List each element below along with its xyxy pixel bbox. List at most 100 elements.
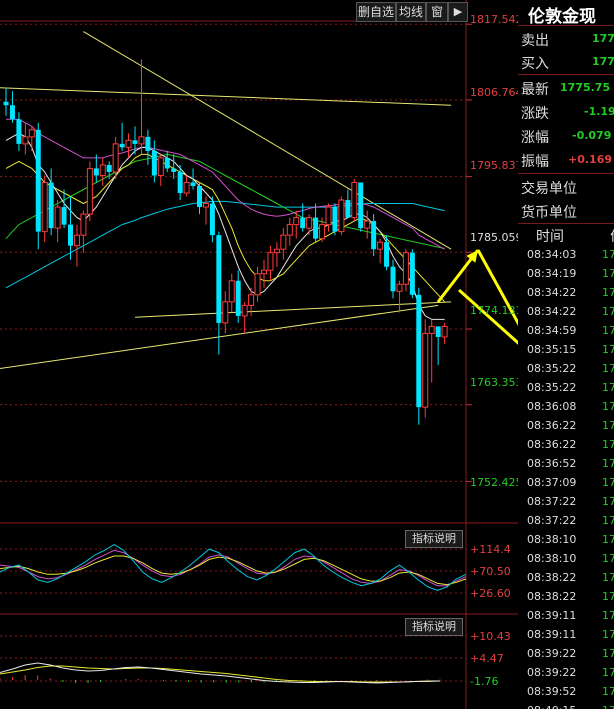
candle-body [222, 301, 229, 324]
tick-row[interactable]: 08:37:22 17 [518, 512, 614, 531]
tick-time: 08:38:22 [527, 590, 577, 603]
tick-time: 08:39:11 [527, 609, 577, 622]
candle-body [106, 164, 112, 172]
tick-row[interactable]: 08:39:22 17 [518, 664, 614, 683]
tick-time: 08:35:22 [527, 362, 577, 375]
candle-body [216, 235, 222, 323]
y-tick-label: 1795.837 [470, 159, 523, 172]
tick-row[interactable]: 08:34:22 17 [518, 303, 614, 322]
candle-body [132, 140, 138, 144]
tick-price: 17 [602, 362, 614, 375]
change-label: 涨跌 [521, 106, 549, 122]
tick-price: 17 [602, 628, 614, 641]
candle-body [435, 326, 441, 337]
sell-label: 卖出 [521, 33, 549, 49]
tick-price: 17 [602, 666, 614, 679]
currency-unit-row: 货币单位 [518, 199, 614, 221]
instrument-title: 伦敦金现 [528, 7, 596, 27]
tick-time: 08:36:52 [527, 457, 577, 470]
candle-body [422, 332, 429, 408]
tick-time: 08:34:22 [527, 286, 577, 299]
change-pct-value: -0.079 [572, 129, 612, 142]
tick-row[interactable]: 08:37:09 17 [518, 474, 614, 493]
tick-row[interactable]: 08:39:52 17 [518, 683, 614, 702]
tick-time: 08:39:22 [527, 647, 577, 660]
tick-row[interactable]: 08:35:22 17 [518, 379, 614, 398]
indicator-info-button[interactable]: 指标说明 [405, 618, 463, 636]
tick-price: 17 [602, 381, 614, 394]
indicator-info-button[interactable]: 指标说明 [405, 530, 463, 548]
candle-body [9, 105, 15, 120]
candle-body [313, 217, 319, 239]
amplitude-label: 振幅 [521, 154, 549, 170]
tick-time: 08:34:19 [527, 267, 577, 280]
tick-price: 17 [602, 248, 614, 261]
candle-body [125, 139, 132, 148]
tick-row[interactable]: 08:38:22 17 [518, 588, 614, 607]
indicator1-tick: +26.60 [470, 587, 511, 600]
candle-body [261, 269, 267, 275]
tick-row[interactable]: 08:40:15 17 [518, 702, 614, 709]
tick-price: 17 [602, 514, 614, 527]
tick-row[interactable]: 08:34:19 17 [518, 265, 614, 284]
candle-body [138, 136, 145, 145]
tick-price: 17 [602, 533, 614, 546]
change-pct-label: 涨幅 [521, 130, 549, 146]
candle-body [183, 181, 190, 194]
latest-label: 最新 [521, 82, 549, 98]
candle-body [202, 203, 209, 208]
tick-row[interactable]: 08:35:22 17 [518, 360, 614, 379]
tick-row[interactable]: 08:38:22 17 [518, 569, 614, 588]
tick-price: 17 [602, 305, 614, 318]
candle-body [35, 129, 41, 232]
tick-time: 08:37:09 [527, 476, 577, 489]
tick-row[interactable]: 08:34:22 17 [518, 284, 614, 303]
candle-body [151, 150, 157, 176]
candle-body [157, 157, 164, 176]
tick-row[interactable]: 08:36:08 17 [518, 398, 614, 417]
candle-body [3, 101, 9, 106]
candle-body [209, 203, 215, 236]
candle-body [119, 143, 125, 148]
tick-row[interactable]: 08:36:22 17 [518, 436, 614, 455]
candle-body [364, 220, 371, 229]
play-arrow-icon[interactable]: ▶ [448, 2, 468, 22]
candle-body [73, 234, 80, 247]
tick-row[interactable]: 08:34:59 17 [518, 322, 614, 341]
candle-body [300, 217, 306, 229]
tick-time: 08:37:22 [527, 495, 577, 508]
candle-body [338, 199, 345, 233]
candle-body [190, 182, 196, 186]
trade-unit-row: 交易单位 [518, 175, 614, 197]
tick-time: 08:35:22 [527, 381, 577, 394]
change-pct-row: 涨幅 -0.079 [518, 124, 614, 146]
tick-row[interactable]: 08:34:03 17 [518, 246, 614, 265]
candle-body [319, 224, 326, 240]
tick-row[interactable]: 08:36:52 17 [518, 455, 614, 474]
indicator1-d-line [0, 555, 467, 586]
delete-self-select-button[interactable]: 删自选 [356, 2, 396, 22]
tick-row[interactable]: 08:39:11 17 [518, 607, 614, 626]
candle-body [241, 304, 248, 317]
tick-row[interactable]: 08:35:15 17 [518, 341, 614, 360]
trade-unit-label: 交易单位 [521, 181, 577, 197]
sell-row: 卖出 177 [518, 27, 614, 49]
candle-body [80, 213, 87, 236]
candle-body [384, 242, 390, 267]
tick-row[interactable]: 08:39:11 17 [518, 626, 614, 645]
tick-row[interactable]: 08:37:22 17 [518, 493, 614, 512]
tick-row[interactable]: 08:36:22 17 [518, 417, 614, 436]
tick-row[interactable]: 08:39:22 17 [518, 645, 614, 664]
candle-body [197, 185, 202, 208]
candle-body [345, 200, 351, 218]
tick-row[interactable]: 08:38:10 17 [518, 550, 614, 569]
window-button[interactable]: 窗 [426, 2, 448, 22]
candle-body [16, 119, 22, 144]
candle-body [358, 182, 364, 229]
kline-chart[interactable] [0, 0, 518, 709]
ma-line-button[interactable]: 均线 [396, 2, 426, 22]
price-header-fragment: 价 [610, 226, 614, 246]
amplitude-row: 振幅 +0.169 [518, 148, 614, 170]
tick-row[interactable]: 08:38:10 17 [518, 531, 614, 550]
candle-body [325, 206, 332, 226]
